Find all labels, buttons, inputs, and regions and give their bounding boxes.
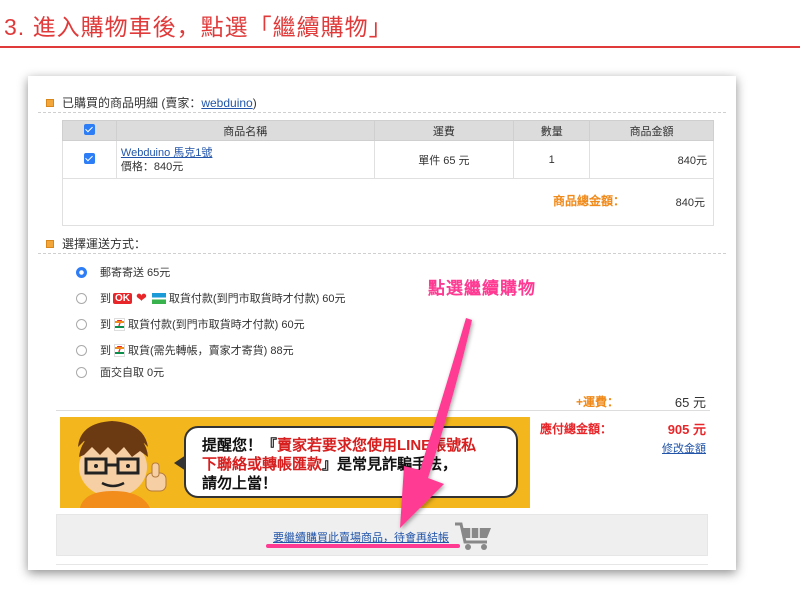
select-all-checkbox[interactable] bbox=[83, 123, 95, 135]
shipping-option-label: 取貨付款(到門市取貨時才付款) 60元 bbox=[168, 293, 346, 305]
item-name-link[interactable]: Webduino 馬克1號 bbox=[121, 146, 374, 160]
order-header-close: ) bbox=[252, 95, 257, 110]
col-qty: 數量 bbox=[513, 120, 591, 141]
amount-due-label: 應付總金額： bbox=[540, 422, 613, 436]
warning-line1b: 賣家若要求您使用LINE帳號私 bbox=[277, 437, 477, 454]
callout-label: 點選繼續購物 bbox=[428, 279, 536, 298]
col-shipping: 運費 bbox=[373, 120, 515, 141]
bottom-divider bbox=[56, 564, 708, 565]
section-divider bbox=[38, 112, 726, 113]
item-amount: 840元 bbox=[589, 140, 714, 179]
order-section-header: 已購買的商品明細 (賣家： webduino ) bbox=[46, 94, 257, 111]
item-name-cell: Webduino 馬克1號 價格：840元 bbox=[115, 140, 375, 179]
shipping-option-label: 面交自取 0元 bbox=[100, 367, 165, 379]
radio[interactable] bbox=[76, 366, 87, 378]
continue-shopping-box: 要繼續購買此賣場商品，待會再結帳 bbox=[56, 514, 708, 556]
shipping-option-ok-hilife-family[interactable]: 到 OK ❤ 取貨付款(到門市取貨時才付款) 60元 bbox=[76, 290, 346, 306]
ok-mart-logo-icon: OK bbox=[113, 292, 132, 304]
shipping-option-label: 取貨付款(到門市取貨時才付款) 60元 bbox=[128, 319, 305, 331]
shipping-option-pickup[interactable]: 面交自取 0元 bbox=[76, 364, 164, 380]
select-all-cell bbox=[62, 120, 117, 141]
item-checkbox[interactable] bbox=[83, 152, 95, 164]
order-total-box: 商品總金額： 840元 bbox=[62, 178, 714, 226]
order-total-value: 840元 bbox=[675, 197, 705, 209]
item-shipping: 單件 65 元 bbox=[373, 140, 515, 179]
item-price: 價格：840元 bbox=[120, 160, 184, 173]
item-select-cell bbox=[62, 140, 117, 179]
item-qty: 1 bbox=[513, 140, 591, 179]
seller-link[interactable]: webduino bbox=[201, 96, 252, 110]
shipping-to-label: 到 bbox=[100, 319, 111, 331]
col-amount: 商品金額 bbox=[589, 120, 714, 141]
seven-eleven-logo-icon: 7 bbox=[114, 343, 125, 357]
radio[interactable] bbox=[76, 318, 87, 330]
warning-line2a: 下聯絡或轉帳匯款 bbox=[202, 456, 323, 473]
title-divider bbox=[0, 46, 800, 48]
bullet-square-icon bbox=[46, 239, 54, 248]
shipping-option-711-prepay[interactable]: 到 7 取貨(需先轉帳，賣家才寄貨) 88元 bbox=[76, 342, 294, 358]
order-table: 商品名稱 運費 數量 商品金額 Webduino 馬克1號 價格：840元 單件… bbox=[62, 120, 714, 179]
bullet-square-icon bbox=[46, 98, 54, 107]
shipping-to-label: 到 bbox=[100, 345, 111, 357]
radio[interactable] bbox=[76, 344, 87, 356]
shipping-section-header: 選擇運送方式： bbox=[46, 235, 146, 252]
hilife-logo-icon: ❤ bbox=[136, 290, 147, 305]
shipping-fee-value: 65 元 bbox=[674, 395, 706, 410]
shipping-option-post[interactable]: 郵寄寄送 65元 bbox=[76, 264, 170, 280]
fraud-warning-banner: 提醒您！『賣家若要求您使用LINE帳號私 下聯絡或轉帳匯款』是常見詐騙手法， 請… bbox=[60, 417, 530, 508]
continue-shopping-link[interactable]: 要繼續購買此賣場商品，待會再結帳 bbox=[273, 529, 449, 545]
order-header-label: 已購買的商品明細 (賣家： bbox=[62, 96, 202, 110]
warning-text: 提醒您！『賣家若要求您使用LINE帳號私 下聯絡或轉帳匯款』是常見詐騙手法， 請… bbox=[202, 436, 512, 493]
shipping-option-label: 取貨(需先轉帳，賣家才寄貨) 88元 bbox=[128, 345, 294, 357]
warning-line1a: 提醒您！『 bbox=[202, 437, 278, 454]
section-divider bbox=[38, 253, 726, 254]
table-row: Webduino 馬克1號 價格：840元 單件 65 元 1 840元 bbox=[62, 140, 714, 179]
step-title: 3. 進入購物車後，點選「繼續購物」 bbox=[4, 14, 393, 40]
seven-eleven-logo-icon: 7 bbox=[114, 317, 125, 331]
shopping-cart-icon[interactable] bbox=[453, 520, 493, 552]
shipping-header-label: 選擇運送方式： bbox=[62, 237, 147, 251]
amount-due-value: 905 元 bbox=[667, 422, 706, 437]
shipping-option-label: 郵寄寄送 65元 bbox=[100, 267, 171, 279]
shipping-fee-label: +運費： bbox=[576, 395, 620, 409]
warning-line2b: 』是常見詐騙手法， bbox=[322, 456, 458, 473]
shipping-to-label: 到 bbox=[100, 293, 111, 305]
table-header-row: 商品名稱 運費 數量 商品金額 bbox=[62, 120, 714, 141]
familymart-logo-icon bbox=[151, 292, 166, 304]
radio[interactable] bbox=[76, 292, 87, 304]
warning-bubble: 提醒您！『賣家若要求您使用LINE帳號私 下聯絡或轉帳匯款』是常見詐騙手法， 請… bbox=[184, 426, 518, 498]
radio-selected[interactable] bbox=[76, 266, 87, 278]
warning-line3: 請勿上當！ bbox=[202, 475, 278, 492]
modify-amount-link[interactable]: 修改金額 bbox=[662, 440, 706, 456]
shipping-option-711-cod[interactable]: 到 7 取貨付款(到門市取貨時才付款) 60元 bbox=[76, 316, 305, 332]
cartoon-character-icon bbox=[60, 417, 180, 508]
cart-screenshot: 已購買的商品明細 (賣家： webduino ) 商品名稱 運費 數量 商品金額… bbox=[28, 76, 736, 570]
summary-divider bbox=[56, 410, 710, 411]
order-total-label: 商品總金額： bbox=[553, 194, 626, 208]
col-name: 商品名稱 bbox=[115, 120, 375, 141]
